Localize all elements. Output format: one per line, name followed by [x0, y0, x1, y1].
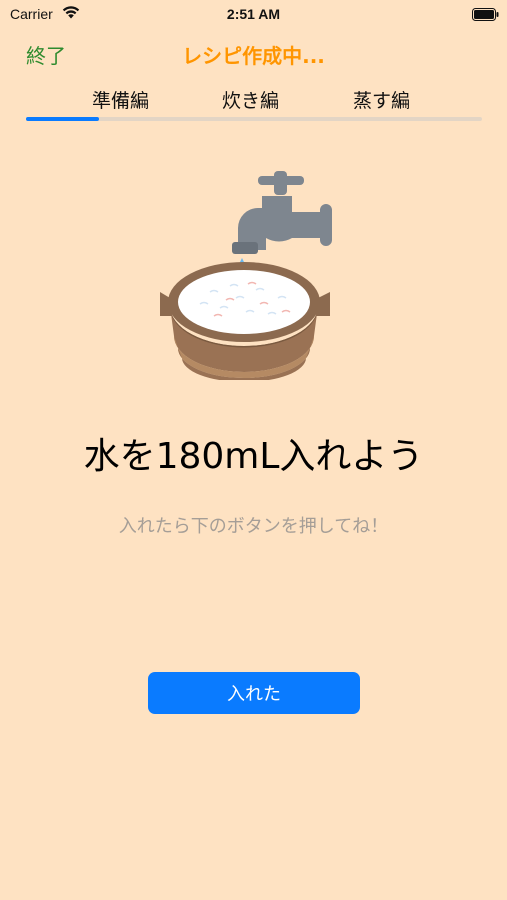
progress-fill [26, 117, 99, 121]
instruction-subtext: 入れたら下のボタンを押してね！ [118, 516, 389, 537]
battery-icon [472, 8, 499, 21]
page-title: レシピ作成中... [182, 44, 325, 68]
done-button[interactable]: 入れた [148, 672, 360, 714]
status-time: 2:51 AM [226, 6, 281, 22]
tab-steaming[interactable]: 蒸す編 [353, 86, 410, 113]
tab-cooking[interactable]: 炊き編 [222, 86, 279, 113]
instruction-headline: 水を180mL入れよう [83, 436, 424, 477]
progress-bar [26, 117, 482, 121]
status-bar: Carrier 2:51 AM [0, 0, 507, 30]
step-tabs: 準備編 炊き編 蒸す編 [0, 86, 507, 112]
faucet-pouring-water-into-rice-pot-icon [160, 171, 332, 380]
tab-preparation[interactable]: 準備編 [92, 86, 149, 113]
